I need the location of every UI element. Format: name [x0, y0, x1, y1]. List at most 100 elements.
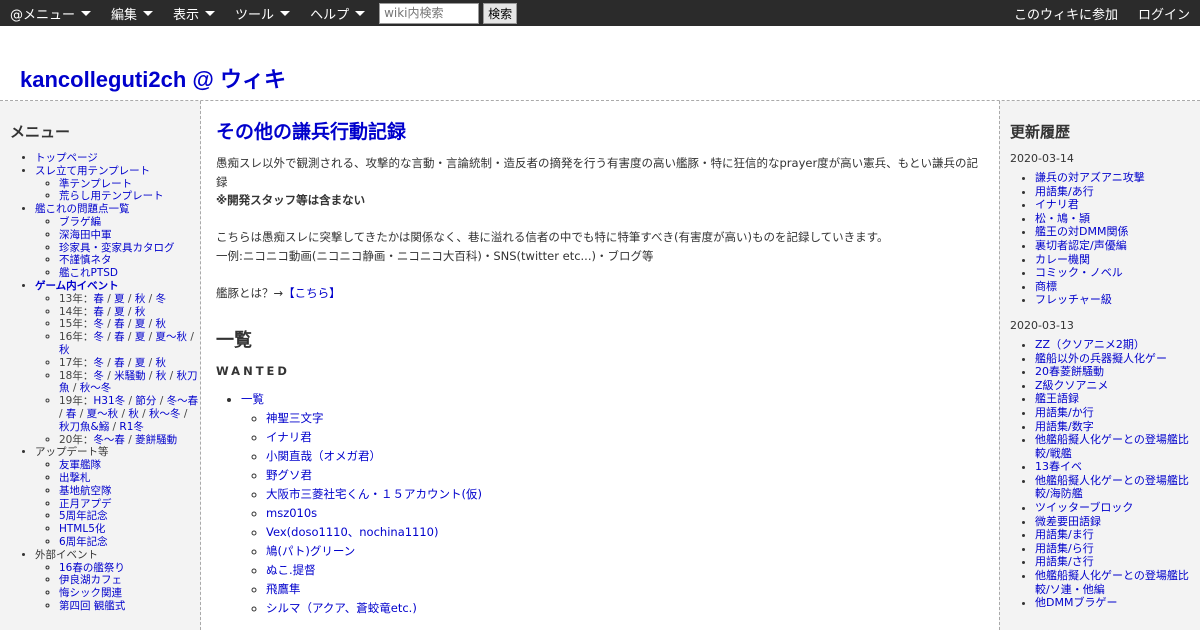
- recent-link[interactable]: 艦船以外の兵器擬人化ゲー: [1035, 352, 1167, 365]
- recent-link[interactable]: 他DMMブラゲー: [1035, 596, 1117, 609]
- event-link[interactable]: 冬: [93, 331, 104, 343]
- event-link[interactable]: 秋: [156, 370, 167, 382]
- menu-view[interactable]: 表示: [163, 0, 225, 26]
- event-link[interactable]: 春: [114, 357, 125, 369]
- event-link[interactable]: 夏: [135, 331, 146, 343]
- event-link[interactable]: 冬: [93, 370, 104, 382]
- event-link[interactable]: 節分: [135, 395, 156, 407]
- event-link[interactable]: 春: [93, 293, 104, 305]
- event-link[interactable]: 春: [66, 408, 77, 420]
- menu-link[interactable]: 出撃札: [59, 472, 91, 484]
- event-link[interactable]: 夏: [135, 357, 146, 369]
- event-link[interactable]: 夏: [114, 306, 125, 318]
- recent-link[interactable]: 艦王語録: [1035, 392, 1079, 405]
- recent-link[interactable]: 20春菱餅騒動: [1035, 365, 1104, 378]
- event-link[interactable]: 夏: [114, 293, 125, 305]
- list-link[interactable]: 一覧: [241, 392, 264, 406]
- recent-link[interactable]: ZZ（クソアニメ2期）: [1035, 338, 1145, 351]
- menu-link[interactable]: ゲーム内イベント: [35, 280, 119, 292]
- menu-link[interactable]: 第四回 観艦式: [59, 600, 125, 612]
- menu-edit[interactable]: 編集: [101, 0, 163, 26]
- list-link[interactable]: 野グソ君: [266, 468, 312, 482]
- event-link[interactable]: 春: [114, 331, 125, 343]
- event-link[interactable]: 秋〜冬: [80, 382, 112, 394]
- event-link[interactable]: 秋: [59, 344, 70, 356]
- event-link[interactable]: 夏: [135, 318, 146, 330]
- menu-at-menu[interactable]: @メニュー: [0, 0, 101, 26]
- event-link[interactable]: 秋: [156, 318, 167, 330]
- event-link[interactable]: 菱餅騒動: [135, 434, 177, 446]
- recent-link[interactable]: 艦王の対DMM関係: [1035, 225, 1128, 238]
- menu-link[interactable]: トップページ: [35, 152, 98, 164]
- list-link[interactable]: msz010s: [266, 506, 317, 520]
- recent-link[interactable]: 他艦船擬人化ゲーとの登場艦比較/海防艦: [1035, 474, 1189, 501]
- login-link[interactable]: ログイン: [1128, 0, 1200, 26]
- list-link[interactable]: 神聖三文字: [266, 411, 324, 425]
- recent-link[interactable]: Z級クソアニメ: [1035, 379, 1108, 392]
- menu-link[interactable]: スレ立て用テンプレート: [35, 165, 150, 177]
- list-link[interactable]: Vex(doso1110、nochina1110): [266, 525, 439, 539]
- menu-link[interactable]: 友軍艦隊: [59, 459, 101, 471]
- recent-link[interactable]: 用語集/数字: [1035, 420, 1094, 433]
- recent-link[interactable]: 商標: [1035, 280, 1057, 293]
- recent-link[interactable]: 裏切者認定/声優編: [1035, 239, 1127, 252]
- event-link[interactable]: 夏〜秋: [87, 408, 119, 420]
- recent-link[interactable]: カレー機関: [1035, 253, 1090, 266]
- event-link[interactable]: 冬: [93, 357, 104, 369]
- event-link[interactable]: 春: [114, 318, 125, 330]
- recent-link[interactable]: 用語集/か行: [1035, 406, 1094, 419]
- recent-link[interactable]: ツイッターブロック: [1035, 501, 1133, 514]
- event-link[interactable]: 冬〜春: [167, 395, 199, 407]
- recent-link[interactable]: フレッチャー級: [1035, 293, 1112, 306]
- event-link[interactable]: R1冬: [119, 421, 143, 433]
- event-link[interactable]: H31冬: [93, 395, 125, 407]
- menu-link[interactable]: HTML5化: [59, 523, 105, 535]
- recent-link[interactable]: 用語集/ら行: [1035, 542, 1094, 555]
- event-link[interactable]: 冬: [156, 293, 167, 305]
- event-link[interactable]: 冬〜春: [93, 434, 125, 446]
- menu-tools[interactable]: ツール: [225, 0, 300, 26]
- menu-link[interactable]: 艦これPTSD: [59, 267, 118, 279]
- recent-link[interactable]: 謙兵の対アズアニ攻撃: [1035, 171, 1145, 184]
- recent-link[interactable]: 微差要田語録: [1035, 515, 1101, 528]
- recent-link[interactable]: 13春イベ: [1035, 460, 1082, 473]
- recent-link[interactable]: 他艦船擬人化ゲーとの登場艦比較/戦艦: [1035, 433, 1189, 460]
- recent-link[interactable]: 用語集/あ行: [1035, 185, 1094, 198]
- menu-link[interactable]: 16春の艦祭り: [59, 562, 125, 574]
- menu-link[interactable]: 伊良湖カフェ: [59, 574, 122, 586]
- kochira-link[interactable]: 【こちら】: [283, 286, 341, 300]
- list-link[interactable]: イナリ君: [266, 430, 312, 444]
- list-link[interactable]: 飛鷹隼: [266, 582, 301, 596]
- list-link[interactable]: 鳩(パト)グリーン: [266, 544, 355, 558]
- menu-link[interactable]: 正月アプデ: [59, 498, 112, 510]
- join-wiki-link[interactable]: このウィキに参加: [1004, 0, 1128, 26]
- search-button[interactable]: 検索: [483, 2, 518, 24]
- list-link[interactable]: 大阪市三菱社宅くん・１５アカウント(仮): [266, 487, 482, 501]
- menu-link[interactable]: ブラゲ編: [59, 216, 101, 228]
- recent-link[interactable]: イナリ君: [1035, 198, 1079, 211]
- page-title[interactable]: その他の謙兵行動記録: [216, 117, 985, 144]
- recent-link[interactable]: 他艦船擬人化ゲーとの登場艦比較/ソ連・他編: [1035, 569, 1189, 596]
- list-link[interactable]: ぬこ.提督: [266, 563, 316, 577]
- menu-link[interactable]: 基地航空隊: [59, 485, 112, 497]
- menu-link[interactable]: 準テンプレート: [59, 178, 132, 190]
- event-link[interactable]: 秋刀魚&鰯: [59, 421, 109, 433]
- recent-link[interactable]: 用語集/さ行: [1035, 555, 1094, 568]
- recent-link[interactable]: 用語集/ま行: [1035, 528, 1094, 541]
- menu-link[interactable]: 5周年記念: [59, 510, 108, 522]
- recent-link[interactable]: コミック・ノベル: [1035, 266, 1123, 279]
- menu-link[interactable]: 不謹慎ネタ: [59, 254, 112, 266]
- list-link[interactable]: シルマ（アクア、蒼蛟竜etc.): [266, 601, 417, 615]
- event-link[interactable]: 秋: [135, 293, 146, 305]
- wiki-search-input[interactable]: [379, 2, 480, 24]
- menu-link[interactable]: 珍家具・変家具カタログ: [59, 242, 175, 254]
- event-link[interactable]: 秋～冬: [149, 408, 181, 420]
- menu-link[interactable]: 6周年記念: [59, 536, 108, 548]
- event-link[interactable]: 夏～秋: [156, 331, 188, 343]
- event-link[interactable]: 冬: [93, 318, 104, 330]
- menu-link[interactable]: 深海田中軍: [59, 229, 112, 241]
- event-link[interactable]: 秋: [135, 306, 146, 318]
- menu-link[interactable]: 悔シック関連: [59, 587, 122, 599]
- event-link[interactable]: 春: [93, 306, 104, 318]
- menu-link[interactable]: 艦これの問題点一覧: [35, 203, 130, 215]
